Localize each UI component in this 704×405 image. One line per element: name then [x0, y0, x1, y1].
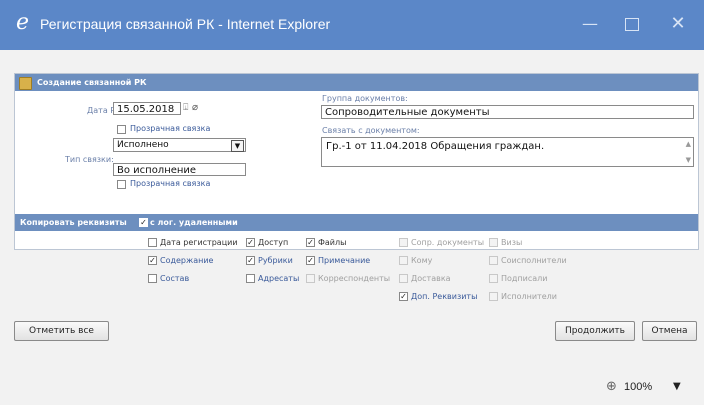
- copy-to-whom-label: Кому: [411, 256, 433, 265]
- zoom-icon[interactable]: ⊕: [606, 379, 617, 394]
- scroll-down-icon[interactable]: ▼: [686, 156, 691, 164]
- with-deleted-label: с лог. удаленными: [150, 218, 238, 227]
- continue-button[interactable]: Продолжить: [555, 321, 635, 341]
- with-deleted-checkbox[interactable]: ✓: [139, 218, 148, 227]
- minimize-button[interactable]: —: [575, 10, 605, 38]
- copy-signers-checkbox[interactable]: [489, 274, 498, 283]
- copy-extra-req-label: Доп. Реквизиты: [411, 292, 478, 301]
- panel-header: Создание связанной РК: [15, 74, 698, 91]
- copy-extra-req-checkbox[interactable]: ✓: [399, 292, 408, 301]
- copy-rubrics-checkbox[interactable]: ✓: [246, 256, 255, 265]
- copy-visas-checkbox[interactable]: [489, 238, 498, 247]
- copy-delivery-checkbox[interactable]: [399, 274, 408, 283]
- zoom-dropdown-icon[interactable]: ▼: [673, 381, 681, 392]
- transparent-link-checkbox-2[interactable]: [117, 180, 126, 189]
- copy-files-checkbox[interactable]: ✓: [306, 238, 315, 247]
- transparent-link-label-1: Прозрачная связка: [130, 124, 211, 133]
- copy-addressees-checkbox[interactable]: [246, 274, 255, 283]
- maximize-icon: [625, 18, 639, 31]
- transparent-link-checkbox-1[interactable]: [117, 125, 126, 134]
- copy-reg-date-label: Дата регистрации: [160, 238, 238, 247]
- calendar-icon[interactable]: ⍗: [183, 103, 188, 113]
- copy-access-label: Доступ: [258, 238, 289, 247]
- copy-executors-checkbox[interactable]: [489, 292, 498, 301]
- copy-coexecutors-label: Соисполнители: [501, 256, 567, 265]
- copy-content-checkbox[interactable]: ✓: [148, 256, 157, 265]
- copy-composition-checkbox[interactable]: [148, 274, 157, 283]
- link-doc-value: Гр.-1 от 11.04.2018 Обращения граждан.: [326, 141, 545, 152]
- scroll-up-icon[interactable]: ▲: [686, 140, 691, 148]
- copy-accomp-docs-checkbox[interactable]: [399, 238, 408, 247]
- copy-composition-label: Состав: [160, 274, 190, 283]
- copy-delivery-label: Доставка: [411, 274, 451, 283]
- create-linked-rk-panel: Создание связанной РК Дата РК: 15.05.201…: [14, 73, 699, 250]
- copy-access-checkbox[interactable]: ✓: [246, 238, 255, 247]
- copy-rubrics-label: Рубрики: [258, 256, 293, 265]
- close-button[interactable]: ✕: [663, 10, 693, 38]
- panel-title: Создание связанной РК: [37, 78, 147, 87]
- link-type-selected: Исполнено: [117, 140, 169, 150]
- copy-addressees-label: Адресаты: [258, 274, 300, 283]
- maximize-button[interactable]: [617, 10, 647, 38]
- copy-coexecutors-checkbox[interactable]: [489, 256, 498, 265]
- link-doc-label: Связать с документом:: [322, 126, 420, 135]
- document-link-icon: [19, 77, 32, 90]
- uncheck-all-button[interactable]: Отметить все: [14, 321, 109, 341]
- copy-files-label: Файлы: [318, 238, 347, 247]
- copy-correspondents-checkbox[interactable]: [306, 274, 315, 283]
- copy-signers-label: Подписали: [501, 274, 548, 283]
- copy-content-label: Содержание: [160, 256, 214, 265]
- copy-requisites-header: Копировать реквизиты ✓ с лог. удаленными: [15, 214, 698, 231]
- copy-executors-label: Исполнители: [501, 292, 557, 301]
- copy-to-whom-checkbox[interactable]: [399, 256, 408, 265]
- date-input[interactable]: 15.05.2018: [113, 102, 181, 115]
- status-bar: ⊕ 100% ▼: [0, 370, 704, 405]
- doc-group-input[interactable]: Сопроводительные документы: [321, 105, 694, 119]
- ie-logo-icon: e: [16, 10, 30, 35]
- copy-note-label: Примечание: [318, 256, 371, 265]
- copy-visas-label: Визы: [501, 238, 523, 247]
- link-type-text-input[interactable]: Во исполнение: [113, 163, 246, 176]
- copy-accomp-docs-label: Сопр. документы: [411, 238, 485, 247]
- window-titlebar: e Регистрация связанной РК - Internet Ex…: [0, 0, 704, 50]
- link-type-select[interactable]: Исполнено ▼: [113, 138, 246, 152]
- clear-icon[interactable]: ⌀: [192, 102, 198, 113]
- link-type-label: Тип связки:: [65, 155, 114, 164]
- copy-note-checkbox[interactable]: ✓: [306, 256, 315, 265]
- dialog-content: Создание связанной РК Дата РК: 15.05.201…: [0, 50, 704, 370]
- cancel-button[interactable]: Отмена: [642, 321, 697, 341]
- transparent-link-label-2: Прозрачная связка: [130, 179, 211, 188]
- copy-reg-date-checkbox[interactable]: [148, 238, 157, 247]
- zoom-level[interactable]: 100%: [624, 381, 652, 393]
- window-title: Регистрация связанной РК - Internet Expl…: [40, 16, 331, 32]
- copy-requisites-title: Копировать реквизиты: [20, 218, 127, 227]
- copy-correspondents-label: Корреспонденты: [318, 274, 391, 283]
- link-doc-textarea[interactable]: Гр.-1 от 11.04.2018 Обращения граждан. ▲…: [321, 137, 694, 167]
- doc-group-label: Группа документов:: [322, 94, 408, 103]
- chevron-down-icon: ▼: [231, 140, 244, 152]
